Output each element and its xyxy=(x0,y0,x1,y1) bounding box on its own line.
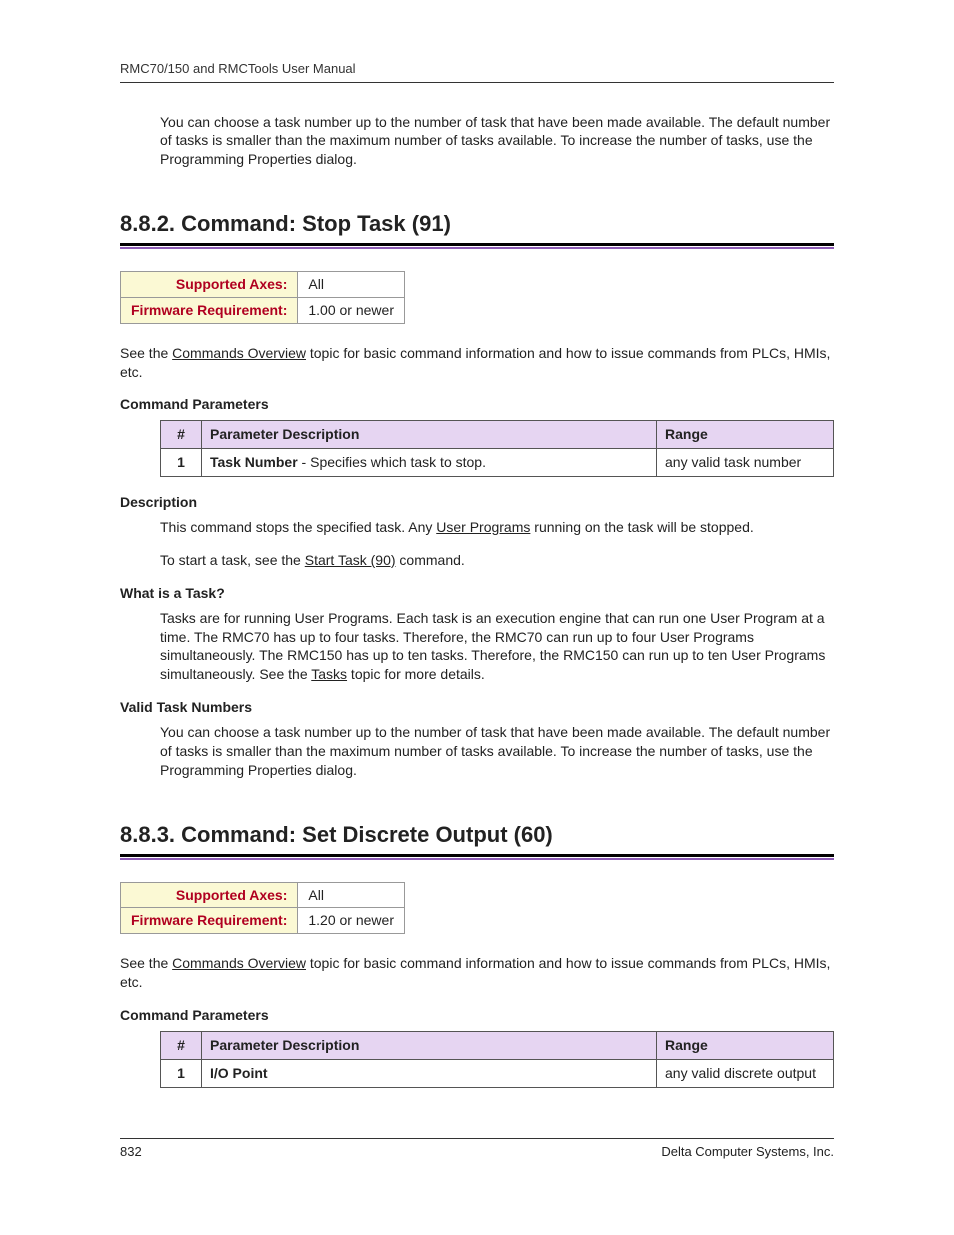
info-table-stop-task: Supported Axes: All Firmware Requirement… xyxy=(120,271,405,324)
description-p1: This command stops the specified task. A… xyxy=(160,518,834,537)
info-value-supported-axes: All xyxy=(298,882,405,908)
section-heading-set-discrete-output: 8.8.3. Command: Set Discrete Output (60) xyxy=(120,820,834,857)
see-commands-overview: See the Commands Overview topic for basi… xyxy=(120,954,834,992)
parameters-table-stop-task: # Parameter Description Range 1 Task Num… xyxy=(160,420,834,477)
commands-overview-link[interactable]: Commands Overview xyxy=(172,345,306,361)
info-value-firmware: 1.00 or newer xyxy=(298,297,405,323)
param-th-range: Range xyxy=(657,1031,834,1059)
info-label-supported-axes: Supported Axes: xyxy=(121,882,298,908)
param-row-desc: I/O Point xyxy=(202,1059,657,1087)
parameters-table-set-discrete: # Parameter Description Range 1 I/O Poin… xyxy=(160,1031,834,1088)
section-rule xyxy=(120,247,834,249)
param-th-desc: Parameter Description xyxy=(202,1031,657,1059)
param-th-range: Range xyxy=(657,421,834,449)
info-label-firmware: Firmware Requirement: xyxy=(121,908,298,934)
param-row-desc: Task Number - Specifies which task to st… xyxy=(202,449,657,477)
intro-paragraph: You can choose a task number up to the n… xyxy=(160,113,834,170)
section-heading-stop-task: 8.8.2. Command: Stop Task (91) xyxy=(120,209,834,246)
description-p2: To start a task, see the Start Task (90)… xyxy=(160,551,834,570)
param-row-num: 1 xyxy=(161,1059,202,1087)
tasks-link[interactable]: Tasks xyxy=(311,666,347,682)
param-th-num: # xyxy=(161,1031,202,1059)
info-label-firmware: Firmware Requirement: xyxy=(121,297,298,323)
param-row-num: 1 xyxy=(161,449,202,477)
page-header: RMC70/150 and RMCTools User Manual xyxy=(120,60,834,83)
valid-task-numbers-para: You can choose a task number up to the n… xyxy=(160,723,834,780)
section-rule xyxy=(120,858,834,860)
page-footer: 832 Delta Computer Systems, Inc. xyxy=(120,1138,834,1161)
description-heading: Description xyxy=(120,493,834,512)
page-number: 832 xyxy=(120,1143,142,1161)
command-parameters-heading: Command Parameters xyxy=(120,395,834,414)
see-commands-overview: See the Commands Overview topic for basi… xyxy=(120,344,834,382)
what-is-task-heading: What is a Task? xyxy=(120,584,834,603)
valid-task-numbers-heading: Valid Task Numbers xyxy=(120,698,834,717)
param-th-num: # xyxy=(161,421,202,449)
param-row-range: any valid discrete output xyxy=(657,1059,834,1087)
info-value-supported-axes: All xyxy=(298,271,405,297)
info-label-supported-axes: Supported Axes: xyxy=(121,271,298,297)
company-name: Delta Computer Systems, Inc. xyxy=(661,1143,834,1161)
param-row-range: any valid task number xyxy=(657,449,834,477)
commands-overview-link[interactable]: Commands Overview xyxy=(172,955,306,971)
command-parameters-heading: Command Parameters xyxy=(120,1006,834,1025)
info-table-set-discrete: Supported Axes: All Firmware Requirement… xyxy=(120,882,405,935)
user-programs-link[interactable]: User Programs xyxy=(436,519,530,535)
start-task-link[interactable]: Start Task (90) xyxy=(305,552,396,568)
what-is-task-para: Tasks are for running User Programs. Eac… xyxy=(160,609,834,685)
param-th-desc: Parameter Description xyxy=(202,421,657,449)
info-value-firmware: 1.20 or newer xyxy=(298,908,405,934)
